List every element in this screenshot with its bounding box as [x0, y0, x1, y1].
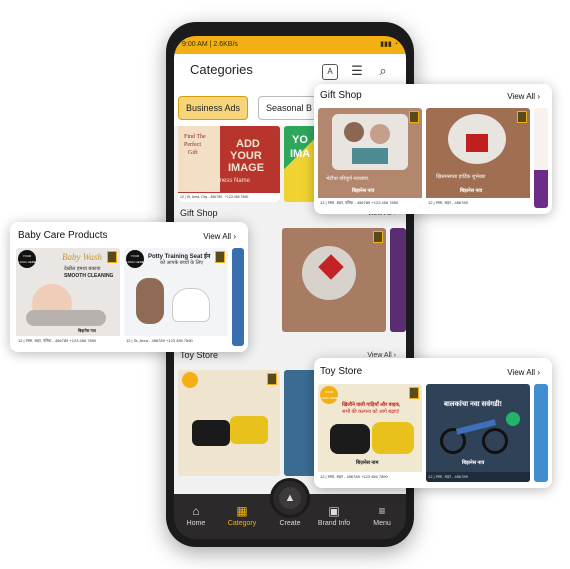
phone-gift-tile-3[interactable]: [390, 228, 406, 332]
bookmark-icon[interactable]: [267, 373, 277, 385]
filter-icon[interactable]: ☰: [348, 62, 366, 80]
nav-brand-info[interactable]: ▣ Brand Info: [314, 504, 354, 527]
gift-tile2-name: बिझनेस नाव: [460, 188, 483, 194]
chevron-right-icon: ›: [537, 92, 540, 101]
translate-icon[interactable]: A: [322, 64, 338, 80]
image-icon: ▲: [279, 487, 301, 509]
baby-tile1-footer: 12 | रस्ता, शहर, एरिया - 456789 +123 456…: [16, 336, 120, 346]
chevron-right-icon: ›: [537, 368, 540, 377]
create-button[interactable]: ▲: [270, 478, 310, 518]
bookmark-icon[interactable]: [373, 231, 383, 243]
second-card-text2: IMA: [290, 148, 311, 160]
toy-tile1-footer: 12 | रस्ता, शहर - 456789 +123 456 7890: [318, 472, 422, 482]
baby-tile2-footer: 12 | St, Area - 456789 +123 456 7890: [124, 336, 228, 346]
status-speed: 2.6KB/s: [213, 41, 238, 48]
baby-tile1-name: बिझनेस नाव: [78, 328, 96, 333]
briefcase-icon: ▣: [328, 504, 340, 518]
toy-popup-title: Toy Store: [320, 366, 363, 377]
baby-popup-title: Baby Care Products: [18, 230, 108, 241]
baby-tile-1[interactable]: YOUR LOGO HERE Baby Wash देखील हमथा बकाय…: [16, 248, 120, 346]
chip-seasonal[interactable]: Seasonal B: [258, 96, 321, 120]
gift-tile-2[interactable]: ख्रिसमसच्या हार्दिक शुभेच्छा बिझनेस नाव …: [426, 108, 530, 208]
home-icon: ⌂: [192, 504, 200, 518]
phone-toy-tile-1[interactable]: [178, 370, 280, 476]
gift-tile1-footer: 12 | रस्ता, शहर, एरिया - 456789 +123 456…: [318, 198, 422, 208]
toy-tile-2[interactable]: बालकांचा नवा सवंगडी! बिझनेस नाव 12 | रस्…: [426, 384, 530, 482]
search-icon[interactable]: ⌕: [374, 62, 392, 80]
nav-menu[interactable]: ≡ Menu: [362, 504, 402, 527]
card-line1: Find The: [184, 134, 206, 140]
page-title: Categories: [190, 62, 253, 77]
toy-tile2-headline: बालकांचा नवा सवंगडी!: [444, 401, 502, 408]
toy-store-popup: Toy Store View All › YOUR LOGO HERE खिलौ…: [314, 358, 552, 488]
baby-tile2-headline: Potty Training Seat ईन: [148, 254, 211, 260]
baby-tile2-sub: को आपके बच्चों के लिए: [160, 260, 203, 266]
toy-tile1-headline: खिलौने वाली गाड़ियाँ और बाइक,: [342, 402, 401, 408]
chip-business-ads[interactable]: Business Ads: [178, 96, 249, 120]
gift-tile1-caption: भेटीचा परिपूर्ण नजराणा.: [326, 176, 370, 182]
bookmark-icon[interactable]: [215, 251, 225, 263]
second-ad-card[interactable]: YO IMA: [284, 126, 316, 202]
second-card-text1: YO: [292, 134, 308, 146]
toy-tile-3[interactable]: [534, 384, 548, 482]
bookmark-icon[interactable]: [409, 111, 419, 123]
baby-popup-view-all[interactable]: View All ›: [203, 232, 236, 241]
baby-tile1-label: SMOOTH CLEANING: [64, 273, 114, 279]
bookmark-icon[interactable]: [409, 387, 419, 399]
gift-popup-title: Gift Shop: [320, 90, 362, 101]
gift-tile2-caption: ख्रिसमसच्या हार्दिक शुभेच्छा: [436, 174, 486, 180]
phone-toy-tile-2[interactable]: [284, 370, 318, 476]
baby-care-popup: Baby Care Products View All › YOUR LOGO …: [10, 222, 248, 352]
status-bar: 9:00 AM | 2.6KB/s ▮▮▮ ◔: [174, 36, 406, 54]
gift-tile2-footer: 12 | रस्ता, शहर - 456789: [426, 198, 530, 208]
status-time: 9:00 AM: [182, 41, 208, 48]
nav-home[interactable]: ⌂ Home: [176, 504, 216, 527]
baby-tile1-script: Baby Wash: [62, 252, 102, 262]
menu-icon: ≡: [378, 504, 386, 518]
bookmark-icon[interactable]: [107, 251, 117, 263]
nav-category[interactable]: ▦ Category: [222, 504, 262, 527]
category-icon: ▦: [236, 504, 248, 518]
status-icons: ▮▮▮ ◔: [380, 41, 398, 48]
card-cta1: ADD: [236, 138, 260, 150]
card-footer: 12 | St, Area, City - 456789 +123 456 78…: [178, 193, 280, 202]
card-line3: Gift: [188, 150, 198, 156]
chevron-right-icon: ›: [233, 232, 236, 241]
card-cta3: IMAGE: [228, 162, 265, 174]
toy-tile1-name: बिज़नेस नाम: [356, 460, 379, 466]
toy-popup-view-all[interactable]: View All ›: [507, 368, 540, 377]
gift-tile-1[interactable]: भेटीचा परिपूर्ण नजराणा. बिझनेस नाव 12 | …: [318, 108, 422, 208]
bottom-navigation: ⌂ Home ▦ Category ▲ Create ▣ Brand Info ≡ Me…: [174, 478, 406, 539]
section-title-gift-shop: Gift Shop: [180, 208, 218, 218]
toy-tile2-name: बिझनेस नाव: [462, 460, 485, 466]
logo-badge: YOUR LOGO HERE: [18, 250, 36, 268]
toy-tile1-sub: सभी की कल्पना को आगे बढ़ाए!: [342, 409, 400, 415]
toy-tile2-footer: 12 | रस्ता, शहर - 456789: [426, 472, 530, 482]
card-business-name: Business Name: [208, 178, 251, 184]
logo-badge: YOUR LOGO HERE: [320, 386, 338, 404]
gift-tile-3[interactable]: [534, 108, 548, 208]
gift-box-icon: [466, 134, 488, 152]
card-cta2: YOUR: [230, 150, 262, 162]
gift-shop-popup: Gift Shop View All › भेटीचा परिपूर्ण नजर…: [314, 84, 552, 214]
nav-create[interactable]: Create: [270, 520, 310, 527]
phone-gift-tile-2[interactable]: [282, 228, 386, 332]
baby-tile-3[interactable]: [232, 248, 244, 346]
bookmark-icon[interactable]: [517, 111, 527, 123]
gift-tile1-name: बिझनेस नाव: [352, 188, 375, 194]
baby-tile-2[interactable]: YOUR LOGO HERE Potty Training Seat ईन को…: [124, 248, 228, 346]
card-line2: Perfect: [184, 142, 201, 148]
logo-badge: YOUR LOGO HERE: [126, 250, 144, 268]
gift-popup-view-all[interactable]: View All ›: [507, 92, 540, 101]
toy-tile-1[interactable]: YOUR LOGO HERE खिलौने वाली गाड़ियाँ और ब…: [318, 384, 422, 482]
business-ad-card[interactable]: Find The Perfect Gift ADD YOUR IMAGE Bus…: [178, 126, 280, 202]
baby-tile1-hindi: देखील हमथा बकाया: [64, 266, 101, 272]
